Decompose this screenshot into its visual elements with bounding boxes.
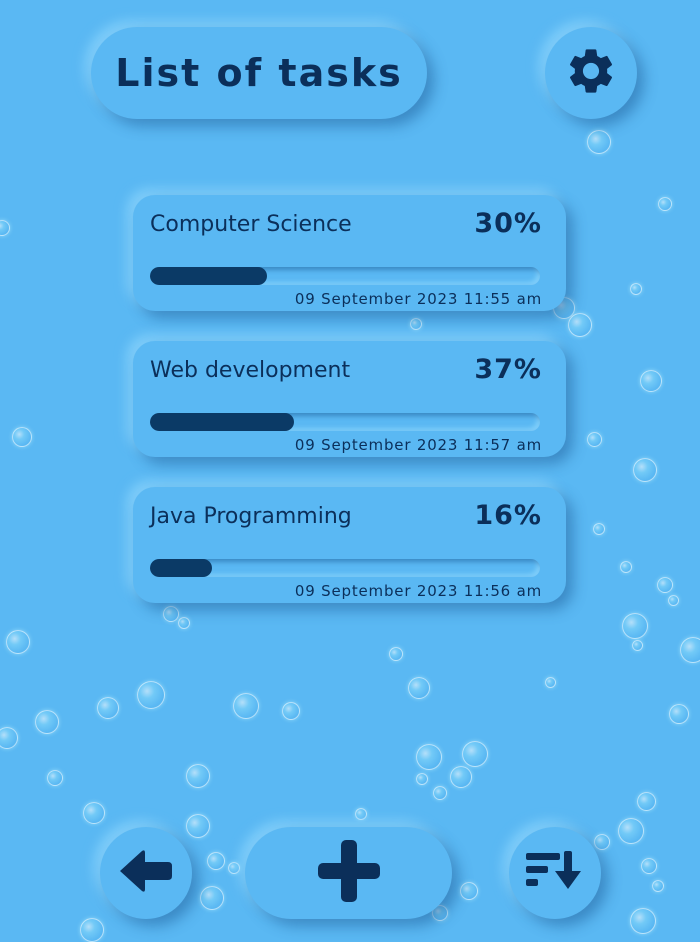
page-title: List of tasks <box>115 51 403 95</box>
task-date: 09 September 2023 11:55 am <box>294 290 542 308</box>
task-name: Computer Science <box>150 212 352 237</box>
task-date: 09 September 2023 11:56 am <box>294 582 542 600</box>
back-button[interactable] <box>100 827 192 919</box>
progress-bar <box>150 559 540 577</box>
progress-bar <box>150 413 540 431</box>
task-percent: 16% <box>474 500 542 531</box>
task-card[interactable]: Java Programming 16% 09 September 2023 1… <box>133 487 566 603</box>
bubbles-background <box>0 0 700 942</box>
task-date: 09 September 2023 11:57 am <box>294 436 542 454</box>
arrow-left-icon <box>118 848 174 898</box>
task-percent: 30% <box>474 208 542 239</box>
sort-button[interactable] <box>509 827 601 919</box>
progress-fill <box>150 267 267 285</box>
page-title-pill: List of tasks <box>91 27 427 119</box>
settings-button[interactable] <box>545 27 637 119</box>
task-name: Web development <box>150 358 351 383</box>
progress-fill <box>150 413 295 431</box>
sort-down-icon <box>526 851 584 895</box>
task-name: Java Programming <box>150 504 352 529</box>
plus-icon <box>317 840 380 906</box>
task-card[interactable]: Computer Science 30% 09 September 2023 1… <box>133 195 566 311</box>
progress-bar <box>150 267 540 285</box>
task-card[interactable]: Web development 37% 09 September 2023 11… <box>133 341 566 457</box>
gear-icon <box>564 44 618 102</box>
task-percent: 37% <box>474 354 542 385</box>
add-task-button[interactable] <box>245 827 452 919</box>
progress-fill <box>150 559 213 577</box>
